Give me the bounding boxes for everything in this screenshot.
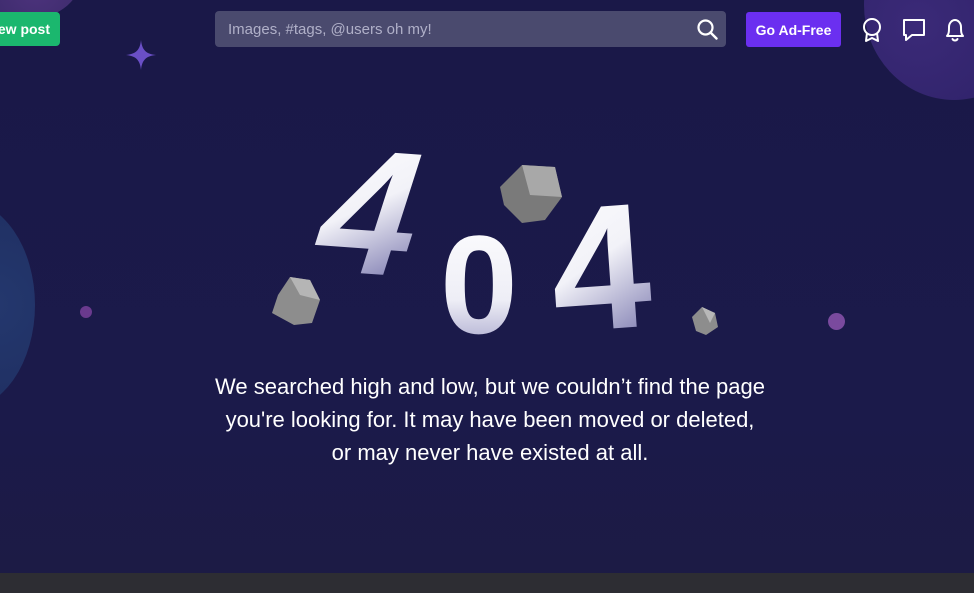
- error-page: ew post Go Ad-Free: [0, 0, 974, 593]
- award-icon[interactable]: [860, 17, 884, 43]
- error-message-line: or may never have existed at all.: [331, 440, 649, 465]
- go-ad-free-button[interactable]: Go Ad-Free: [746, 12, 841, 47]
- search-input[interactable]: [226, 19, 690, 39]
- star-dot: [828, 313, 845, 330]
- error-digit: 4: [293, 145, 451, 313]
- error-message: We searched high and low, but we couldn’…: [150, 370, 830, 469]
- planet-decoration: [864, 0, 974, 100]
- star-dot: [80, 306, 92, 318]
- bell-icon[interactable]: [943, 17, 967, 43]
- sparkle-icon: [126, 40, 156, 70]
- search-icon[interactable]: [696, 18, 718, 40]
- error-message-line: We searched high and low, but we couldn’…: [215, 374, 765, 399]
- footer-bar: [0, 573, 974, 593]
- new-post-button[interactable]: ew post: [0, 12, 60, 46]
- error-digit: 0: [440, 206, 518, 350]
- new-post-label: ew post: [0, 21, 50, 37]
- planet-decoration: [0, 200, 35, 410]
- error-code-illustration: 4 0 4: [272, 145, 718, 350]
- rock-icon: [692, 307, 718, 335]
- error-message-line: you're looking for. It may have been mov…: [225, 407, 755, 432]
- go-ad-free-label: Go Ad-Free: [755, 21, 832, 38]
- chat-icon[interactable]: [901, 17, 927, 43]
- search-bar: [215, 11, 726, 47]
- error-digit: 4: [544, 165, 657, 350]
